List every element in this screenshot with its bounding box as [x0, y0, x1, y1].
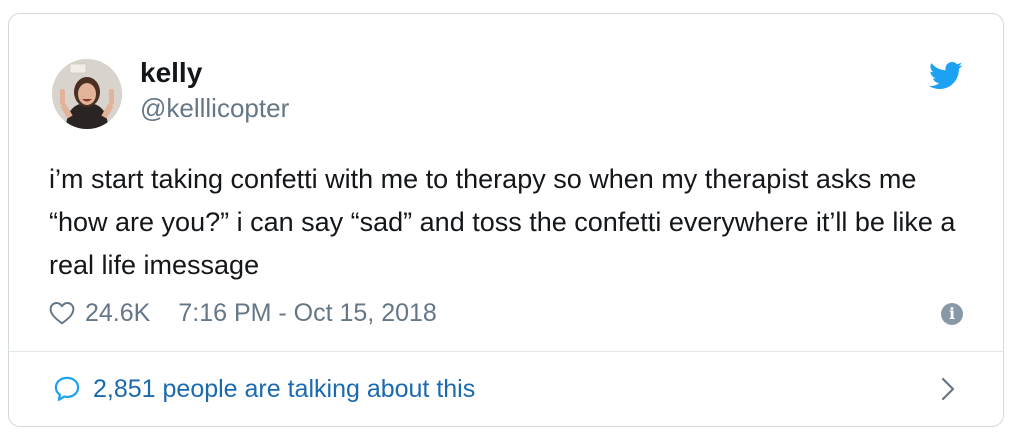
tweet-card[interactable]: kelly @kelllicopter i’m start taking con…: [8, 13, 1004, 427]
heart-icon[interactable]: [49, 301, 75, 325]
talking-count-label[interactable]: 2,851 people are talking about this: [93, 372, 475, 406]
twitter-bird-icon[interactable]: [929, 61, 963, 91]
avatar-image: [52, 59, 122, 129]
speech-bubble-icon: [54, 376, 80, 401]
author-handle[interactable]: @kelllicopter: [140, 92, 289, 124]
tweet-header: kelly @kelllicopter: [9, 14, 1003, 144]
like-count[interactable]: 24.6K: [85, 299, 150, 328]
tweet-meta: 24.6K 7:16 PM - Oct 15, 2018: [49, 295, 437, 331]
conversation-link[interactable]: 2,851 people are talking about this: [9, 352, 1003, 428]
tweet-timestamp[interactable]: 7:16 PM - Oct 15, 2018: [178, 299, 436, 328]
chevron-right-icon[interactable]: [941, 377, 955, 401]
avatar[interactable]: [52, 59, 122, 129]
info-icon[interactable]: i: [941, 303, 963, 325]
tweet-text: i’m start taking confetti with me to the…: [49, 164, 956, 280]
author-name[interactable]: kelly: [140, 56, 202, 90]
